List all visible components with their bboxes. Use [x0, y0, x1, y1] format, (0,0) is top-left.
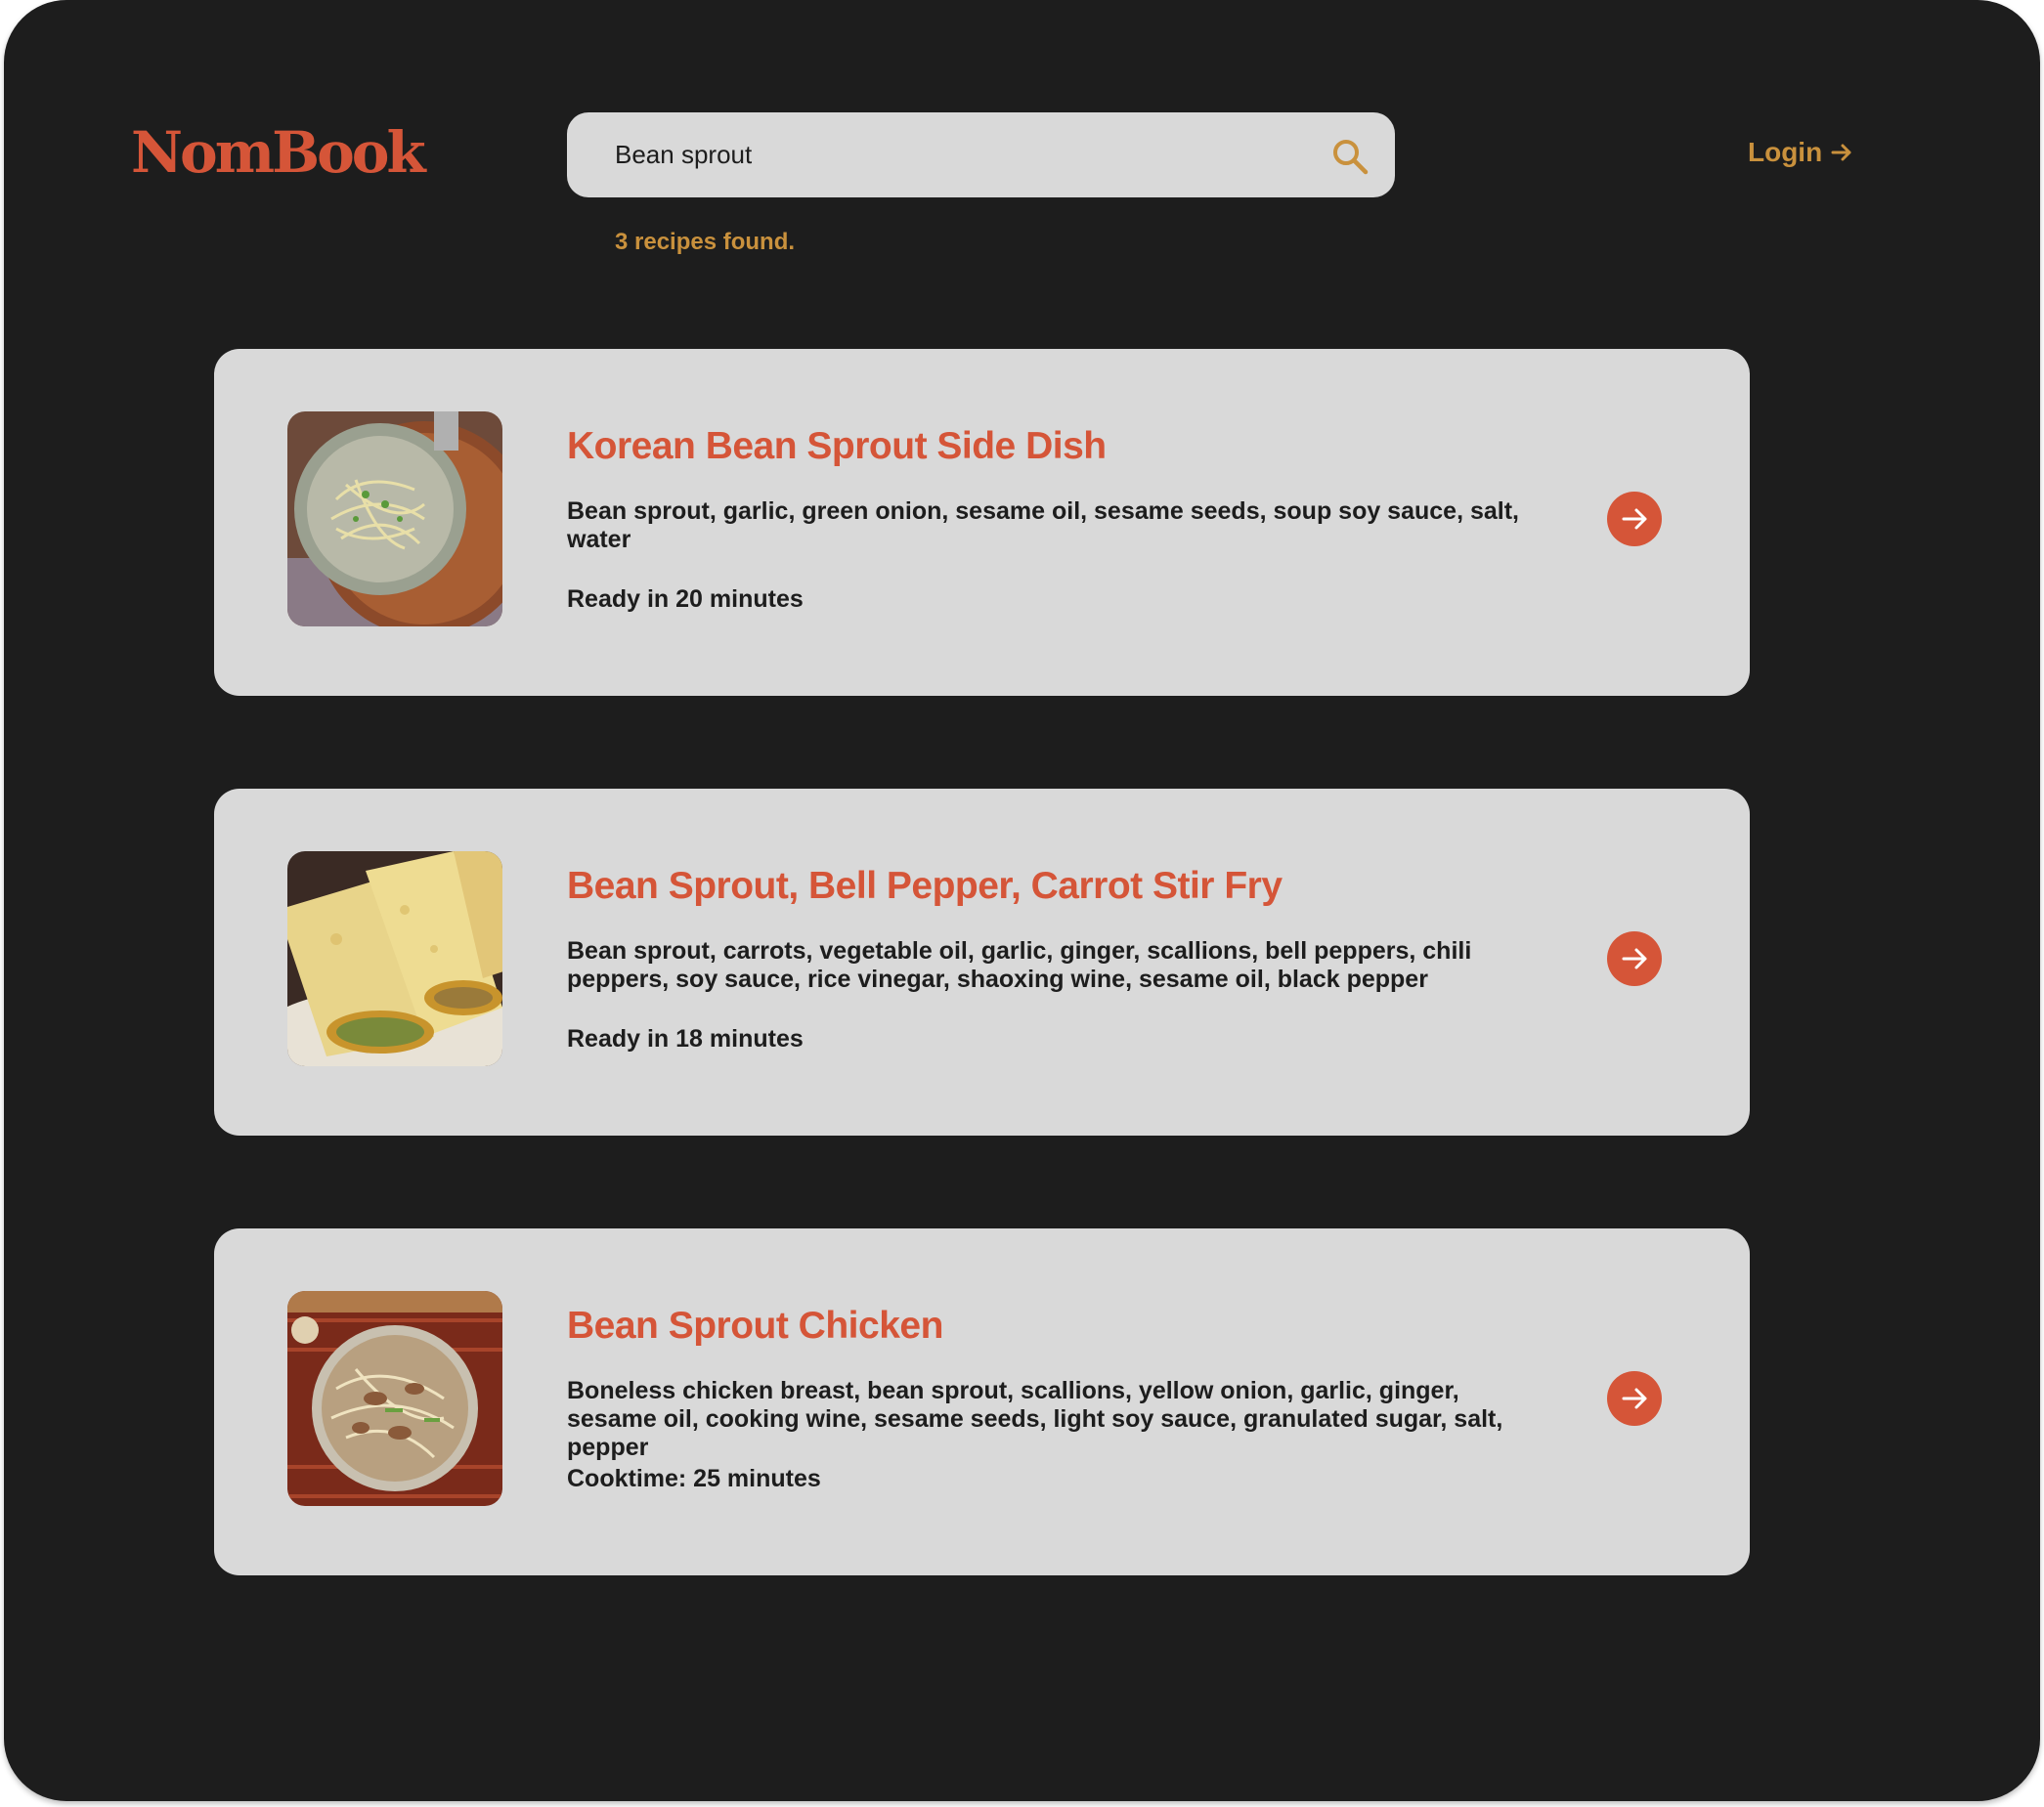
recipe-time: Ready in 18 minutes [567, 1025, 804, 1053]
bean-sprout-stir-fry-wraps-photo [287, 851, 502, 1066]
search-icon[interactable] [1331, 138, 1369, 175]
recipe-card[interactable]: Korean Bean Sprout Side Dish Bean sprout… [214, 349, 1750, 696]
recipe-ingredients: Bean sprout, carrots, vegetable oil, gar… [567, 937, 1472, 993]
recipe-card[interactable]: Bean Sprout Chicken Boneless chicken bre… [214, 1228, 1750, 1575]
recipe-photo[interactable] [287, 411, 502, 626]
arrow-right-icon [1622, 508, 1647, 530]
recipe-ingredients: Boneless chicken breast, bean sprout, sc… [567, 1377, 1503, 1461]
arrow-right-icon [1622, 948, 1647, 969]
recipe-ingredients: Bean sprout, garlic, green onion, sesame… [567, 497, 1519, 553]
search-input[interactable]: Bean sprout [615, 112, 752, 197]
login-label[interactable]: Login [1748, 137, 1822, 168]
korean-bean-sprout-side-dish-photo [287, 411, 502, 626]
open-recipe-button[interactable] [1607, 1371, 1662, 1426]
logo[interactable]: NomBook [131, 118, 426, 187]
recipe-time: Ready in 20 minutes [567, 585, 804, 613]
recipe-title[interactable]: Bean Sprout, Bell Pepper, Carrot Stir Fr… [567, 865, 1283, 908]
recipe-time: Cooktime: 25 minutes [567, 1465, 821, 1492]
app-window: NomBook Bean sprout 3 recipes found. Log… [4, 0, 2040, 1801]
recipe-photo[interactable] [287, 1291, 502, 1506]
open-recipe-button[interactable] [1607, 931, 1662, 986]
search-bar[interactable]: Bean sprout [567, 112, 1395, 197]
recipe-title[interactable]: Bean Sprout Chicken [567, 1305, 943, 1348]
recipe-title[interactable]: Korean Bean Sprout Side Dish [567, 425, 1107, 468]
arrow-right-icon [1831, 144, 1851, 161]
arrow-right-icon [1622, 1388, 1647, 1409]
results-count: 3 recipes found. [615, 229, 796, 255]
login-link[interactable]: Login [1748, 137, 1853, 168]
recipe-card[interactable]: Bean Sprout, Bell Pepper, Carrot Stir Fr… [214, 789, 1750, 1136]
bean-sprout-chicken-photo [287, 1291, 502, 1506]
recipe-photo[interactable] [287, 851, 502, 1066]
open-recipe-button[interactable] [1607, 492, 1662, 546]
